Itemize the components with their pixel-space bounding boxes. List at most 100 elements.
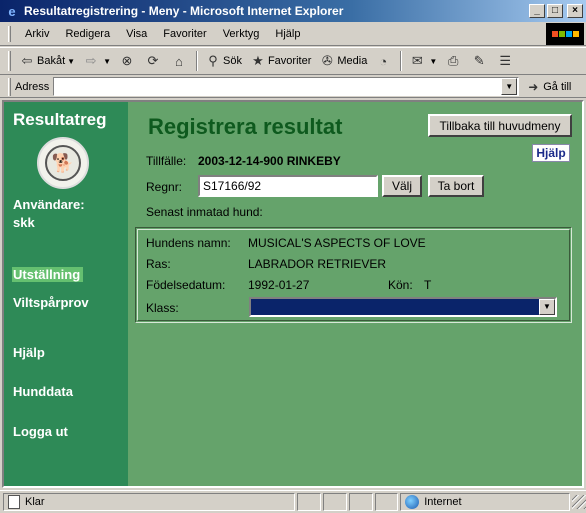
status-text: Klar bbox=[25, 496, 45, 508]
page-title: Registrera resultat bbox=[148, 114, 343, 139]
class-select[interactable]: ▼ bbox=[249, 297, 557, 317]
minimize-button[interactable]: _ bbox=[529, 4, 545, 18]
dog-name-label: Hundens namn: bbox=[146, 236, 231, 250]
page-icon bbox=[8, 495, 20, 509]
media-label: Media bbox=[337, 55, 368, 67]
class-dropdown-icon[interactable]: ▼ bbox=[539, 299, 555, 315]
mail-button[interactable]: ✉ ▼ bbox=[405, 50, 441, 72]
help-button[interactable]: Hjälp bbox=[532, 144, 570, 162]
sidebar-item-viltsparprov[interactable]: Viltspårprov bbox=[13, 295, 89, 310]
delete-button[interactable]: Ta bort bbox=[428, 175, 484, 197]
dog-name-value: MUSICAL'S ASPECTS OF LOVE bbox=[248, 236, 426, 250]
status-cell bbox=[297, 493, 322, 511]
menu-verktyg[interactable]: Verktyg bbox=[215, 28, 268, 40]
sidebar-item-logga-ut[interactable]: Logga ut bbox=[13, 424, 68, 439]
discuss-icon: ☰ bbox=[499, 53, 512, 68]
address-label: Adress bbox=[15, 80, 50, 93]
favorites-label: Favoriter bbox=[267, 55, 312, 67]
sex-label: Kön: bbox=[388, 278, 413, 292]
status-cell bbox=[323, 493, 347, 511]
print-icon: ⎙ bbox=[448, 53, 459, 68]
sidebar-item-hunddata[interactable]: Hunddata bbox=[13, 384, 73, 399]
address-dropdown-icon[interactable]: ▼ bbox=[501, 78, 518, 95]
forward-dropdown-icon[interactable]: ▼ bbox=[103, 57, 111, 66]
media-icon: ✇ bbox=[321, 53, 333, 68]
sidebar-item-utstallning[interactable]: Utställning bbox=[12, 267, 84, 282]
dog-emblem-icon: 🐕 bbox=[45, 145, 81, 181]
favorites-icon: ★ bbox=[252, 53, 264, 68]
go-button[interactable]: ➜ Gå till bbox=[525, 79, 571, 95]
home-icon: ⌂ bbox=[175, 53, 183, 69]
sidebar-item-hjalp[interactable]: Hjälp bbox=[13, 345, 45, 360]
mail-dropdown-icon[interactable]: ▼ bbox=[429, 57, 437, 66]
birth-date-value: 1992-01-27 bbox=[248, 278, 310, 292]
menu-bar: Arkiv Redigera Visa Favoriter Verktyg Hj… bbox=[0, 22, 586, 46]
forward-arrow-icon: ⇨ bbox=[85, 53, 97, 68]
class-label: Klass: bbox=[146, 301, 179, 315]
back-button[interactable]: ⇦ Bakåt ▼ bbox=[15, 50, 79, 72]
menu-favoriter[interactable]: Favoriter bbox=[155, 28, 214, 40]
regnr-input[interactable]: S17166/92 bbox=[198, 175, 378, 197]
standard-toolbar: ⇦ Bakåt ▼ ⇨ ▼ ⊗ ⟳ ⌂ ⚲ Sök ★ Favoriter ✇ … bbox=[0, 47, 586, 75]
back-to-main-menu-button[interactable]: Tillbaka till huvudmeny bbox=[428, 114, 572, 137]
address-input[interactable] bbox=[53, 77, 520, 96]
back-dropdown-icon[interactable]: ▼ bbox=[67, 57, 75, 66]
back-label: Bakåt bbox=[37, 55, 66, 67]
stop-button[interactable]: ⊗ bbox=[115, 50, 141, 72]
choose-button[interactable]: Välj bbox=[382, 175, 422, 197]
close-button[interactable]: × bbox=[567, 4, 583, 18]
menu-visa[interactable]: Visa bbox=[118, 28, 155, 40]
window-controls: _ □ × bbox=[529, 4, 583, 18]
search-button[interactable]: ⚲ Sök bbox=[201, 50, 246, 72]
refresh-button[interactable]: ⟳ bbox=[141, 50, 167, 72]
sidebar-title: Resultatreg bbox=[13, 110, 107, 129]
class-select-value bbox=[251, 299, 254, 313]
menubar-grip[interactable] bbox=[8, 25, 11, 42]
edit-icon: ✎ bbox=[473, 53, 485, 68]
toolbar-separator bbox=[195, 51, 198, 71]
home-button[interactable]: ⌂ bbox=[167, 50, 193, 72]
forward-button[interactable]: ⇨ ▼ bbox=[79, 50, 115, 72]
window-titlebar: e Resultatregistrering - Meny - Microsof… bbox=[0, 0, 586, 22]
search-icon: ⚲ bbox=[208, 53, 218, 68]
internet-explorer-icon: e bbox=[8, 3, 16, 19]
user-label: Användare: bbox=[13, 197, 85, 212]
history-button[interactable]: ◔ bbox=[371, 50, 397, 72]
address-bar: Adress ▼ ➜ Gå till bbox=[0, 76, 586, 98]
toolbar-grip[interactable] bbox=[8, 51, 11, 71]
windows-logo-icon bbox=[546, 23, 584, 45]
status-bar: Klar Internet bbox=[0, 490, 586, 513]
go-arrow-icon: ➜ bbox=[528, 79, 539, 94]
maximize-button[interactable]: □ bbox=[547, 4, 563, 18]
mail-icon: ✉ bbox=[411, 53, 423, 68]
stop-icon: ⊗ bbox=[121, 53, 133, 68]
refresh-icon: ⟳ bbox=[147, 53, 159, 68]
menu-redigera[interactable]: Redigera bbox=[57, 28, 118, 40]
window-title: Resultatregistrering - Meny - Microsoft … bbox=[24, 4, 344, 18]
resize-grip-icon[interactable] bbox=[572, 495, 586, 509]
regnr-label: Regnr: bbox=[146, 180, 183, 194]
discuss-button[interactable]: ☰ bbox=[493, 50, 519, 72]
sex-value: T bbox=[424, 278, 432, 292]
favorites-button[interactable]: ★ Favoriter bbox=[246, 50, 315, 72]
menu-hjalp[interactable]: Hjälp bbox=[267, 28, 308, 40]
history-icon: ◔ bbox=[379, 53, 388, 69]
zone-label: Internet bbox=[424, 496, 462, 508]
print-button[interactable]: ⎙ bbox=[441, 50, 467, 72]
birth-date-label: Födelsedatum: bbox=[146, 278, 226, 292]
addressbar-grip[interactable] bbox=[8, 77, 11, 96]
menu-arkiv[interactable]: Arkiv bbox=[17, 28, 57, 40]
security-zone: Internet bbox=[400, 493, 571, 511]
last-entered-label: Senast inmatad hund: bbox=[146, 205, 263, 219]
sidebar: Resultatreg 🐕 Användare: skk Utställning… bbox=[4, 102, 128, 486]
status-cell bbox=[374, 493, 399, 511]
search-label: Sök bbox=[222, 55, 242, 67]
occasion-label: Tillfälle: bbox=[146, 154, 187, 168]
media-button[interactable]: ✇ Media bbox=[315, 50, 371, 72]
edit-button[interactable]: ✎ bbox=[467, 50, 493, 72]
toolbar-separator bbox=[400, 51, 403, 71]
internet-globe-icon bbox=[405, 495, 420, 509]
occasion-value: 2003-12-14-900 RINKEBY bbox=[198, 154, 341, 168]
back-arrow-icon: ⇦ bbox=[21, 53, 33, 68]
page-content: Resultatreg 🐕 Användare: skk Utställning… bbox=[2, 100, 584, 488]
